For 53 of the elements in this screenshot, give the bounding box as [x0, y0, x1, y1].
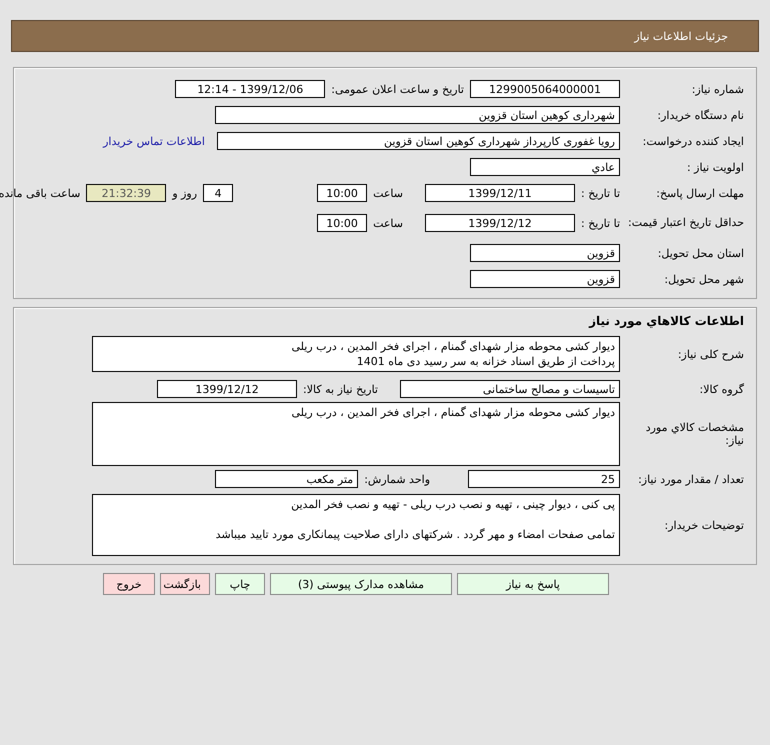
input-field[interactable]: تاسیسات و مصالح ساختمانی [400, 380, 620, 398]
action-button[interactable]: بازگشت [160, 573, 210, 595]
input-field[interactable]: قزوین [470, 244, 620, 262]
input-field[interactable]: 4 [203, 184, 234, 202]
field-label: تعداد / مقدار مورد نیاز: [637, 472, 745, 486]
text-line: دیوار کشی محوطه مزار شهدای گمنام ، اجرای فخر المدین ، درب ریلی [290, 339, 615, 354]
input-field[interactable]: 1399/12/11 [425, 184, 575, 202]
field-label: شرح کلی نیاز: [676, 348, 745, 360]
input-field[interactable]: قزوین [470, 270, 620, 288]
input-field[interactable]: 10:00 [317, 184, 368, 202]
field-label: اولویت نیاز : [686, 160, 745, 174]
input-field[interactable]: 21:32:39 [86, 184, 166, 202]
buyer-contact-link[interactable]: اطلاعات تماس خریدار [103, 134, 205, 148]
field-label: تا تاریخ : [581, 216, 620, 230]
action-button[interactable]: پاسخ به نیاز [457, 573, 609, 595]
field-label: واحد شمارش: [364, 472, 430, 486]
field-label: روز و [172, 186, 198, 200]
input-field[interactable]: 25 [468, 470, 620, 488]
field-label: گروه کالا: [698, 382, 745, 396]
field-label: ایجاد کننده درخواست: [642, 134, 745, 148]
text-line: پی کنی ، دیوار چینی ، تهیه و نصب درب ریلی - تهیه و نصب فخر المدین [290, 497, 615, 512]
input-field[interactable]: دیوار کشی محوطه مزار شهدای گمنام ، اجرای فخر المدین ، درب ریلی پرداخت از طریق اسناد خزانه به سر رسید دی ماه 1401 [92, 336, 620, 372]
field-label: حداقل تاریخ اعتبار قیمت: [627, 216, 745, 230]
text-line: پرداخت از طریق اسناد خزانه به سر رسید دی ماه 1401 [356, 354, 615, 369]
input-field[interactable]: 1399/12/12 [157, 380, 298, 398]
field-label: شهر محل تحویل: [663, 272, 745, 286]
text-line: تمامی صفحات امضاء و مهر گردد . شرکتهای دارای صلاحیت پیمانکاری مورد تایید میباشد [214, 527, 615, 542]
field-label: مهلت ارسال پاسخ: [655, 186, 745, 200]
field-label: مشخصات کالاي مورد نياز: [644, 421, 745, 447]
field-label: توضیحات خریدار: [664, 518, 745, 532]
action-button[interactable]: چاپ [215, 573, 265, 595]
section-title: اطلاعات کالاهاي مورد نياز [588, 314, 745, 330]
field-label: شماره نیاز: [690, 82, 745, 96]
input-field[interactable]: شهرداری کوهین استان قزوین [215, 106, 620, 124]
action-button[interactable]: مشاهده مدارک پیوستی (3) [270, 573, 452, 595]
input-field[interactable]: 1399/12/06 - 12:14 [175, 80, 326, 98]
input-field[interactable]: 1399/12/12 [425, 214, 575, 232]
input-field[interactable]: 1299005064000001 [470, 80, 620, 98]
field-label: تاریخ و ساعت اعلان عمومی: [331, 82, 464, 96]
field-label: ساعت [373, 216, 403, 230]
input-field[interactable]: دیوار کشی محوطه مزار شهدای گمنام ، اجرای فخر المدین ، درب ریلی [92, 402, 620, 466]
page-header: جزئیات اطلاعات نیاز [11, 20, 759, 52]
field-label: ساعت [373, 186, 403, 200]
input-field[interactable]: پی کنی ، دیوار چینی ، تهیه و نصب درب ریلی - تهیه و نصب فخر المدین تمامی صفحات امضاء و مهر گردد . شرکتهای دارای صلاحیت پیمانکاری مورد تایید میباشد [92, 494, 620, 556]
action-button[interactable]: خروج [103, 573, 155, 595]
field-label: استان محل تحویل: [656, 246, 745, 260]
input-field[interactable]: رویا غفوری کارپرداز شهرداری کوهین استان قزوین [217, 132, 620, 150]
input-field[interactable]: 10:00 [317, 214, 368, 232]
input-field[interactable]: متر مکعب [215, 470, 358, 488]
input-field[interactable]: عادي [470, 158, 620, 176]
field-label: تا تاریخ : [581, 186, 620, 200]
field-label: تاریخ نیاز به کالا: [303, 382, 378, 396]
field-label: نام دستگاه خریدار: [656, 108, 745, 122]
